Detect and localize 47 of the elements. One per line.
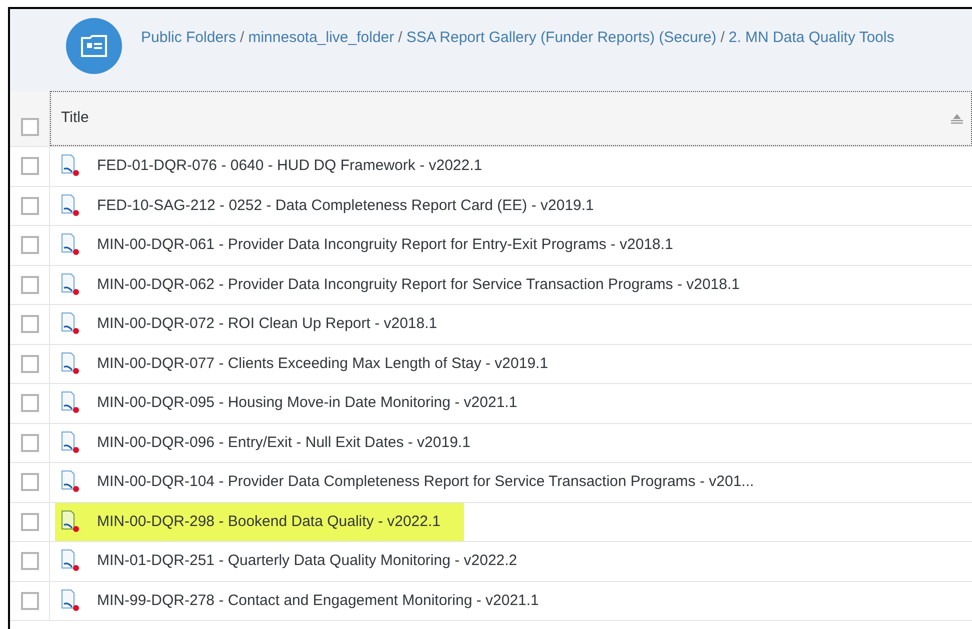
report-title[interactable]: MIN-99-DQR-278 - Contact and Engagement Monitoring - v2021.1	[97, 590, 539, 612]
checkbox[interactable]	[20, 512, 38, 531]
breadcrumb-separator: /	[398, 28, 402, 48]
column-title: Title	[61, 108, 89, 128]
report-icon	[60, 510, 82, 534]
report-icon	[60, 588, 82, 613]
report-title[interactable]: MIN-00-DQR-072 - ROI Clean Up Report - v2018.1	[97, 313, 438, 336]
breadcrumb-link[interactable]: 2. MN Data Quality Tools	[728, 27, 894, 50]
report-icon	[60, 430, 82, 455]
report-icon	[60, 272, 82, 297]
checkbox[interactable]	[20, 434, 38, 452]
checkbox[interactable]	[20, 394, 38, 412]
checkbox[interactable]	[20, 552, 38, 570]
checkbox[interactable]	[20, 315, 38, 334]
report-title[interactable]: MIN-01-DQR-251 - Quarterly Data Quality Monitoring - v2022.2	[97, 550, 518, 572]
checkbox[interactable]	[20, 157, 38, 176]
report-icon	[60, 312, 82, 336]
breadcrumb-link[interactable]: SSA Report Gallery (Funder Reports) (Secure)	[406, 27, 716, 50]
report-icon	[60, 194, 82, 218]
report-icon	[60, 233, 82, 258]
report-title[interactable]: FED-10-SAG-212 - 0252 - Data Completeness Report Card (EE) - v2019.1	[97, 194, 594, 217]
checkbox[interactable]	[20, 196, 38, 215]
sort-icon[interactable]	[951, 114, 963, 124]
breadcrumb-separator: /	[720, 28, 725, 48]
report-title[interactable]: MIN-00-DQR-095 - Housing Move-in Date Monitoring - v2021.1	[97, 392, 518, 414]
breadcrumb-separator: /	[240, 28, 244, 48]
report-title[interactable]: MIN-00-DQR-298 - Bookend Data Quality - v2022.1	[97, 510, 440, 533]
checkbox[interactable]	[20, 473, 38, 492]
report-icon	[60, 549, 82, 574]
checkbox[interactable]	[20, 354, 38, 373]
breadcrumb-link[interactable]: Public Folders	[141, 27, 236, 50]
report-title[interactable]: FED-01-DQR-076 - 0640 - HUD DQ Framework - v2022.1	[97, 155, 482, 178]
report-title[interactable]: MIN-00-DQR-061 - Provider Data Incongruity Report for Entry-Exit Programs - v2018.1	[97, 234, 674, 256]
report-icon	[60, 391, 82, 416]
breadcrumb-link[interactable]: minnesota_live_folder	[248, 27, 394, 50]
report-title[interactable]: MIN-00-DQR-104 - Provider Data Completeness Report for Service Transaction Programs - v201...	[97, 471, 754, 494]
checkbox[interactable]	[20, 592, 38, 610]
report-title[interactable]: MIN-00-DQR-062 - Provider Data Incongruity Report for Service Transaction Programs - v2018.1	[97, 274, 740, 296]
checkbox[interactable]	[20, 276, 38, 294]
column-header[interactable]: Title	[50, 91, 972, 146]
report-icon	[60, 470, 82, 494]
report-title[interactable]: MIN-00-DQR-077 - Clients Exceeding Max Length of Stay - v2019.1	[97, 352, 548, 375]
report-icon	[60, 352, 82, 376]
checkbox[interactable]	[20, 118, 38, 136]
report-icon	[60, 154, 82, 178]
checkbox[interactable]	[20, 236, 38, 254]
report-title[interactable]: MIN-00-DQR-096 - Entry/Exit - Null Exit Dates - v2019.1	[97, 432, 470, 454]
